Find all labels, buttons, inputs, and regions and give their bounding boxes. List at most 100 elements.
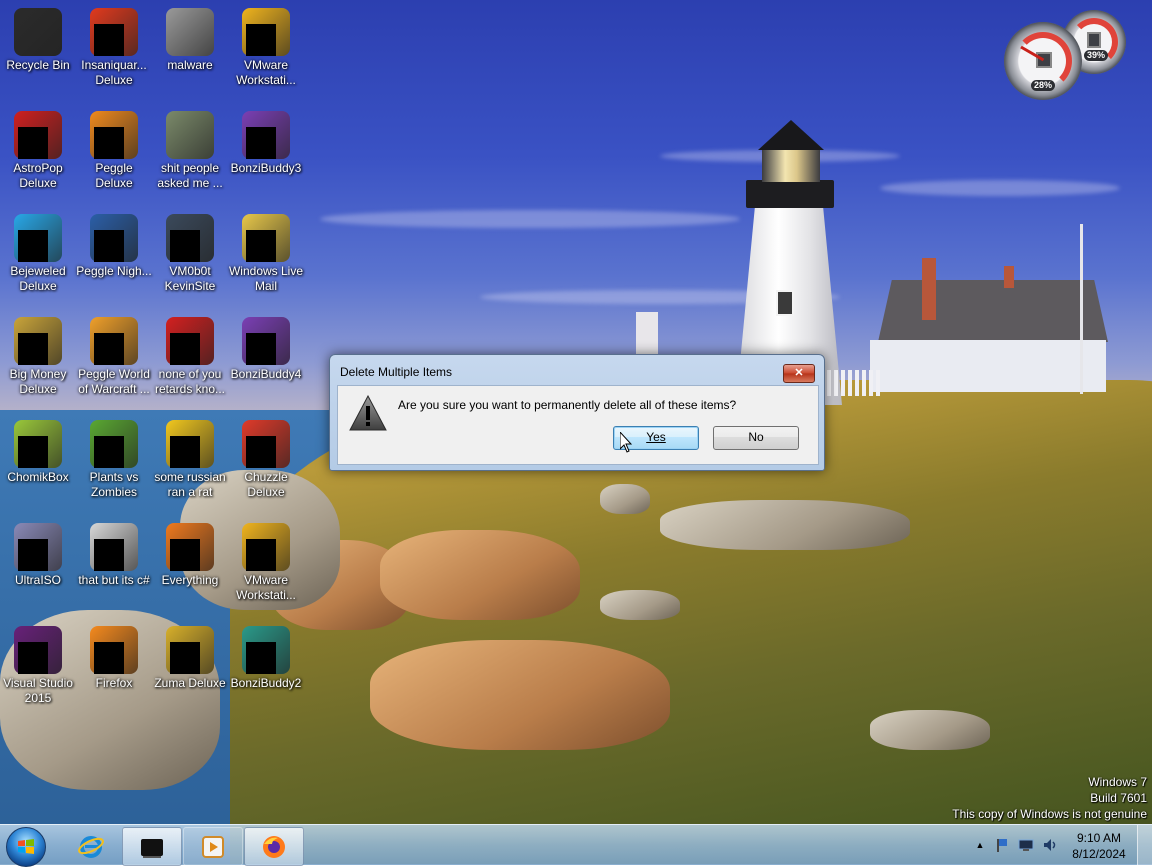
desktop-icon[interactable]: Bejeweled Deluxe	[0, 210, 76, 310]
redaction-box	[18, 127, 48, 159]
desktop-icon[interactable]: Windows Live Mail	[228, 210, 304, 310]
redaction-box	[170, 333, 200, 365]
desktop-icon-label: Visual Studio 2015	[3, 676, 73, 705]
taskbar-firefox[interactable]	[244, 827, 304, 866]
mouse-pointer-icon	[620, 432, 632, 453]
dialog-titlebar[interactable]: Delete Multiple Items ✕	[330, 355, 824, 389]
rock	[600, 484, 650, 514]
taskbar-internet-explorer[interactable]	[62, 827, 120, 864]
desktop-icon[interactable]: Peggle World of Warcraft ...	[76, 313, 152, 413]
desktop-icon[interactable]: AstroPop Deluxe	[0, 107, 76, 207]
desktop-icon[interactable]: Big Money Deluxe	[0, 313, 76, 413]
desktop-icon-label: UltraISO	[14, 573, 61, 587]
desktop-icon[interactable]: malware	[152, 4, 228, 104]
desktop-icon[interactable]: none of you retards kno...	[152, 313, 228, 413]
desktop-icon[interactable]: that but its c#	[76, 519, 152, 619]
desktop-icon[interactable]: VM0b0t KevinSite	[152, 210, 228, 310]
network-icon[interactable]	[1018, 837, 1034, 853]
desktop-icon-label: BonziBuddy2	[230, 676, 302, 690]
big-money-icon	[14, 317, 62, 365]
desktop-icon-label: Peggle Nigh...	[76, 264, 152, 278]
desktop-icon[interactable]: VMware Workstati...	[228, 4, 304, 104]
desktop-icon[interactable]: ChomikBox	[0, 416, 76, 516]
taskbar-vm-window[interactable]	[122, 827, 182, 866]
desktop-icon[interactable]: Peggle Nigh...	[76, 210, 152, 310]
monitor-icon	[166, 214, 214, 262]
redaction-box	[246, 230, 276, 262]
clock-date: 8/12/2024	[1072, 847, 1126, 861]
close-button[interactable]: ✕	[783, 364, 815, 383]
desktop-icon[interactable]: VMware Workstati...	[228, 519, 304, 619]
redaction-box	[18, 436, 48, 468]
desktop-icon[interactable]: Recycle Bin	[0, 4, 76, 104]
redaction-box	[18, 230, 48, 262]
redaction-box	[94, 127, 124, 159]
desktop-icon[interactable]: Peggle Deluxe	[76, 107, 152, 207]
chimney	[1004, 266, 1014, 288]
action-center-flag-icon[interactable]	[994, 837, 1010, 853]
peggle-wow-icon	[90, 317, 138, 365]
rock	[380, 530, 580, 620]
desktop-icon-label: Recycle Bin	[6, 58, 70, 72]
redaction-box	[94, 539, 124, 571]
lightshot-icon	[166, 420, 214, 468]
no-button[interactable]: No	[713, 426, 799, 450]
taskbar-media-player[interactable]	[183, 827, 243, 866]
desktop-icon[interactable]: shit people asked me ...	[152, 107, 228, 207]
cpu-meter-gadget[interactable]: 28%	[1004, 22, 1082, 100]
red-circle-icon	[166, 317, 214, 365]
bonzibuddy-icon	[242, 626, 290, 674]
chimney	[922, 258, 936, 320]
rock	[660, 500, 910, 550]
desktop-icon[interactable]: BonziBuddy4	[228, 313, 304, 413]
desktop-icon-label: Firefox	[95, 676, 133, 690]
yes-button-label: Yes	[646, 430, 666, 444]
redaction-box	[94, 24, 124, 56]
system-clock[interactable]: 9:10 AM 8/12/2024	[1060, 830, 1138, 862]
cpu-percent: 28%	[1031, 80, 1056, 91]
desktop-icon[interactable]: Everything	[152, 519, 228, 619]
show-desktop-button[interactable]	[1137, 825, 1152, 865]
desktop-icon-label: Insaniquar... Deluxe	[81, 58, 147, 87]
icon-art	[14, 8, 62, 56]
desktop-icon-label: Bejeweled Deluxe	[10, 264, 66, 293]
lighthouse-gallery	[746, 180, 834, 208]
watermark-genuine: This copy of Windows is not genuine	[952, 807, 1147, 821]
redaction-box	[246, 24, 276, 56]
internet-explorer-icon	[78, 836, 104, 858]
desktop-icon[interactable]: Visual Studio 2015	[0, 622, 76, 722]
chomikbox-icon	[14, 420, 62, 468]
mail-icon	[242, 214, 290, 262]
redaction-box	[94, 333, 124, 365]
windows-watermark: Windows 7 Build 7601 This copy of Window…	[952, 774, 1147, 822]
desktop-icon[interactable]: BonziBuddy3	[228, 107, 304, 207]
desktop-icon[interactable]: Firefox	[76, 622, 152, 722]
desktop-icon-label: BonziBuddy3	[230, 161, 302, 175]
desktop-icon[interactable]: BonziBuddy2	[228, 622, 304, 722]
redaction-box	[94, 230, 124, 262]
desktop-icon[interactable]: Zuma Deluxe	[152, 622, 228, 722]
volume-icon[interactable]	[1042, 837, 1058, 853]
house-roof	[878, 280, 1108, 342]
flagpole	[1080, 224, 1083, 394]
clock-time: 9:10 AM	[1076, 831, 1122, 845]
rock	[870, 710, 990, 750]
everything-icon	[166, 523, 214, 571]
redaction-box	[246, 127, 276, 159]
peggle-icon	[90, 111, 138, 159]
desktop-icon-label: Everything	[161, 573, 219, 587]
desktop-icon-label: Chuzzle Deluxe	[244, 470, 288, 499]
show-hidden-icons-icon[interactable]: ▲	[972, 837, 988, 853]
desktop-icon[interactable]: some russian ran a rat	[152, 416, 228, 516]
no-button-label: No	[748, 430, 764, 444]
desktop-icon[interactable]: Chuzzle Deluxe	[228, 416, 304, 516]
redaction-box	[246, 642, 276, 674]
desktop-icon[interactable]: UltraISO	[0, 519, 76, 619]
peggle-nights-icon	[90, 214, 138, 262]
desktop-icon[interactable]: Plants vs Zombies	[76, 416, 152, 516]
desktop-icon[interactable]: Insaniquar... Deluxe	[76, 4, 152, 104]
media-player-icon	[202, 836, 224, 858]
astropop-icon	[14, 111, 62, 159]
start-button[interactable]	[6, 827, 46, 867]
ultraiso-icon	[14, 523, 62, 571]
